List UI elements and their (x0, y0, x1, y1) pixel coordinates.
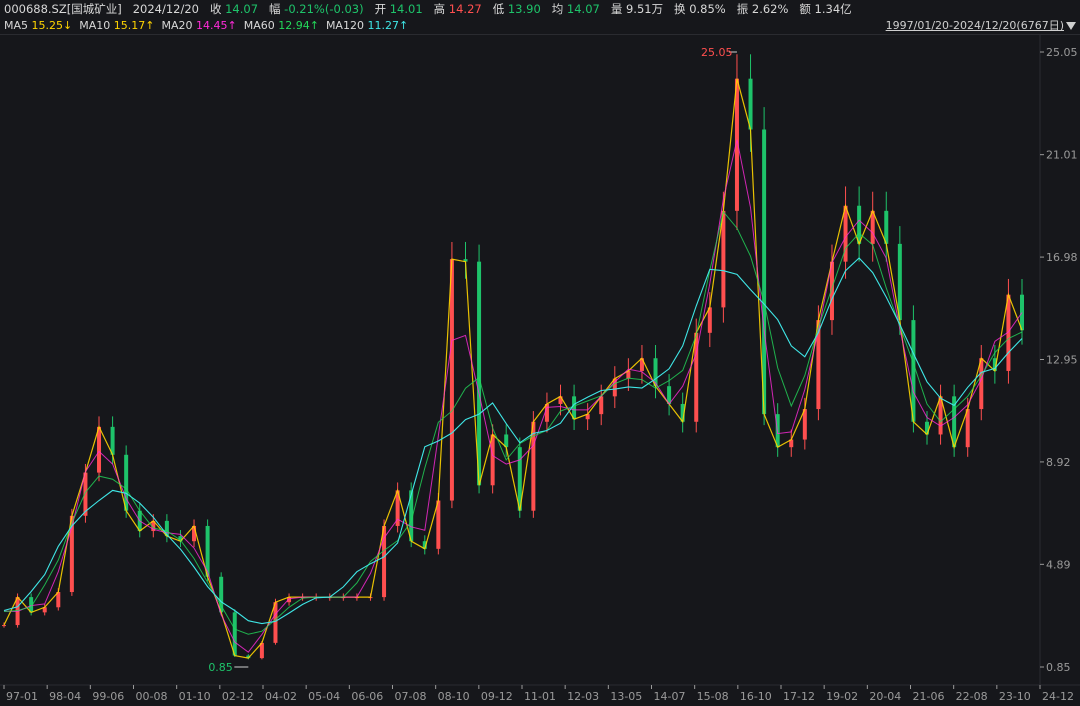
ma60-line (3, 210, 1023, 635)
amplitude-value: 2.62% (751, 2, 789, 16)
price-candle (1020, 294, 1024, 331)
x-tick-label: 99-06 (92, 690, 124, 703)
date-range-selector[interactable]: 1997/01/20-2024/12/20(6767日) (886, 18, 1076, 34)
quote-date: 2024/12/20 (132, 2, 199, 16)
x-tick-label: 17-12 (783, 690, 815, 703)
low-value: 13.90 (507, 2, 541, 16)
x-tick-label: 00-08 (136, 690, 168, 703)
x-tick-label: 13-05 (610, 690, 642, 703)
min-price-label: 0.85 (208, 661, 233, 674)
y-tick-label: 21.01 (1046, 149, 1078, 162)
x-tick-label: 23-10 (999, 690, 1031, 703)
y-tick-label: 4.89 (1046, 558, 1071, 571)
ma60-value: 12.94↑ (278, 19, 319, 32)
close-label: 收 (209, 2, 222, 16)
ma60-label: MA60 (243, 19, 275, 32)
x-tick-label: 16-10 (740, 690, 772, 703)
price-candle (436, 500, 441, 549)
x-tick-label: 97-01 (6, 690, 38, 703)
price-line (3, 78, 1023, 659)
x-tick-label: 06-06 (351, 690, 383, 703)
ma120-value: 11.27↑ (367, 19, 409, 32)
price-candle (911, 320, 916, 422)
x-tick-label: 05-04 (308, 690, 340, 703)
ma10-value: 15.17↑ (113, 19, 155, 32)
x-tick-label: 04-02 (265, 690, 297, 703)
x-tick-label: 20-04 (869, 690, 901, 703)
open-value: 14.01 (389, 2, 423, 16)
y-tick-label: 16.98 (1046, 251, 1078, 264)
ma20-label: MA20 (161, 19, 193, 32)
max-price-label: 25.05 (701, 46, 733, 59)
x-tick-label: 22-08 (956, 690, 988, 703)
price-candle (232, 612, 237, 656)
x-tick-label: 07-08 (395, 690, 427, 703)
ma20-value: 14.45↑ (195, 19, 237, 32)
price-candle (477, 261, 482, 486)
ma120-label: MA120 (325, 19, 364, 32)
price-candle (490, 434, 495, 486)
price-candle (2, 625, 6, 627)
x-tick-label: 01-10 (179, 690, 211, 703)
ma-legend: MA5 15.25↓ MA10 15.17↑ MA20 14.45↑ MA60 … (4, 18, 408, 34)
high-label: 高 (433, 2, 446, 16)
y-tick-label: 25.05 (1046, 46, 1078, 59)
x-tick-label: 02-12 (222, 690, 254, 703)
avg-label: 均 (551, 2, 564, 16)
price-candle (748, 78, 753, 130)
ma5-value: 15.25↓ (31, 19, 73, 32)
volume-value: 9.51万 (625, 2, 664, 16)
price-candle (897, 243, 902, 321)
turnover-value: 0.85% (689, 2, 726, 16)
change-label: 幅 (269, 2, 281, 16)
ma120-line (3, 257, 1023, 625)
y-tick-label: 0.85 (1046, 661, 1071, 674)
amount-value: 1.34亿 (814, 2, 852, 16)
ma10-label: MA10 (79, 19, 111, 32)
y-tick-label: 8.92 (1046, 456, 1071, 469)
turnover-label: 换 (674, 2, 686, 16)
x-tick-label: 98-04 (49, 690, 81, 703)
x-tick-label: 19-02 (826, 690, 858, 703)
x-tick-label: 09-12 (481, 690, 513, 703)
date-range-text: 1997/01/20-2024/12/20(6767日) (885, 19, 1064, 32)
ma20-line (3, 139, 1023, 653)
ma5-label: MA5 (4, 19, 29, 32)
open-label: 开 (374, 2, 387, 16)
close-value: 14.07 (225, 2, 259, 16)
x-tick-label: 14-07 (654, 690, 686, 703)
avg-value: 14.07 (566, 2, 600, 16)
price-candle (97, 426, 102, 473)
x-tick-label: 08-10 (438, 690, 470, 703)
change-value: -0.21%(-0.03) (284, 2, 364, 16)
amount-label: 额 (799, 2, 811, 16)
x-tick-label: 21-06 (913, 690, 945, 703)
price-candle (979, 358, 984, 410)
quote-info-bar: 000688.SZ[国城矿业] 2024/12/20 收 14.07 幅 -0.… (4, 1, 852, 18)
amplitude-label: 振 (736, 2, 749, 16)
stock-code[interactable]: 000688.SZ[国城矿业] (4, 2, 122, 16)
dropdown-triangle-icon[interactable] (1066, 22, 1076, 30)
price-chart[interactable]: 25.05 21.01 16.98 12.95 8.92 4.89 0.85 97-01 98-… (0, 35, 1080, 706)
price-candle (449, 259, 454, 501)
price-candle (721, 210, 726, 308)
high-value: 14.27 (448, 2, 482, 16)
x-tick-label: 12-03 (567, 690, 599, 703)
price-candle (857, 205, 862, 244)
x-tick-label: 15-08 (697, 690, 729, 703)
volume-label: 量 (610, 2, 623, 16)
y-tick-label: 12.95 (1046, 354, 1078, 367)
x-tick-label: 24-12 (1042, 690, 1074, 703)
low-label: 低 (492, 2, 505, 16)
price-candle (762, 129, 767, 415)
x-tick-label: 11-01 (524, 690, 556, 703)
